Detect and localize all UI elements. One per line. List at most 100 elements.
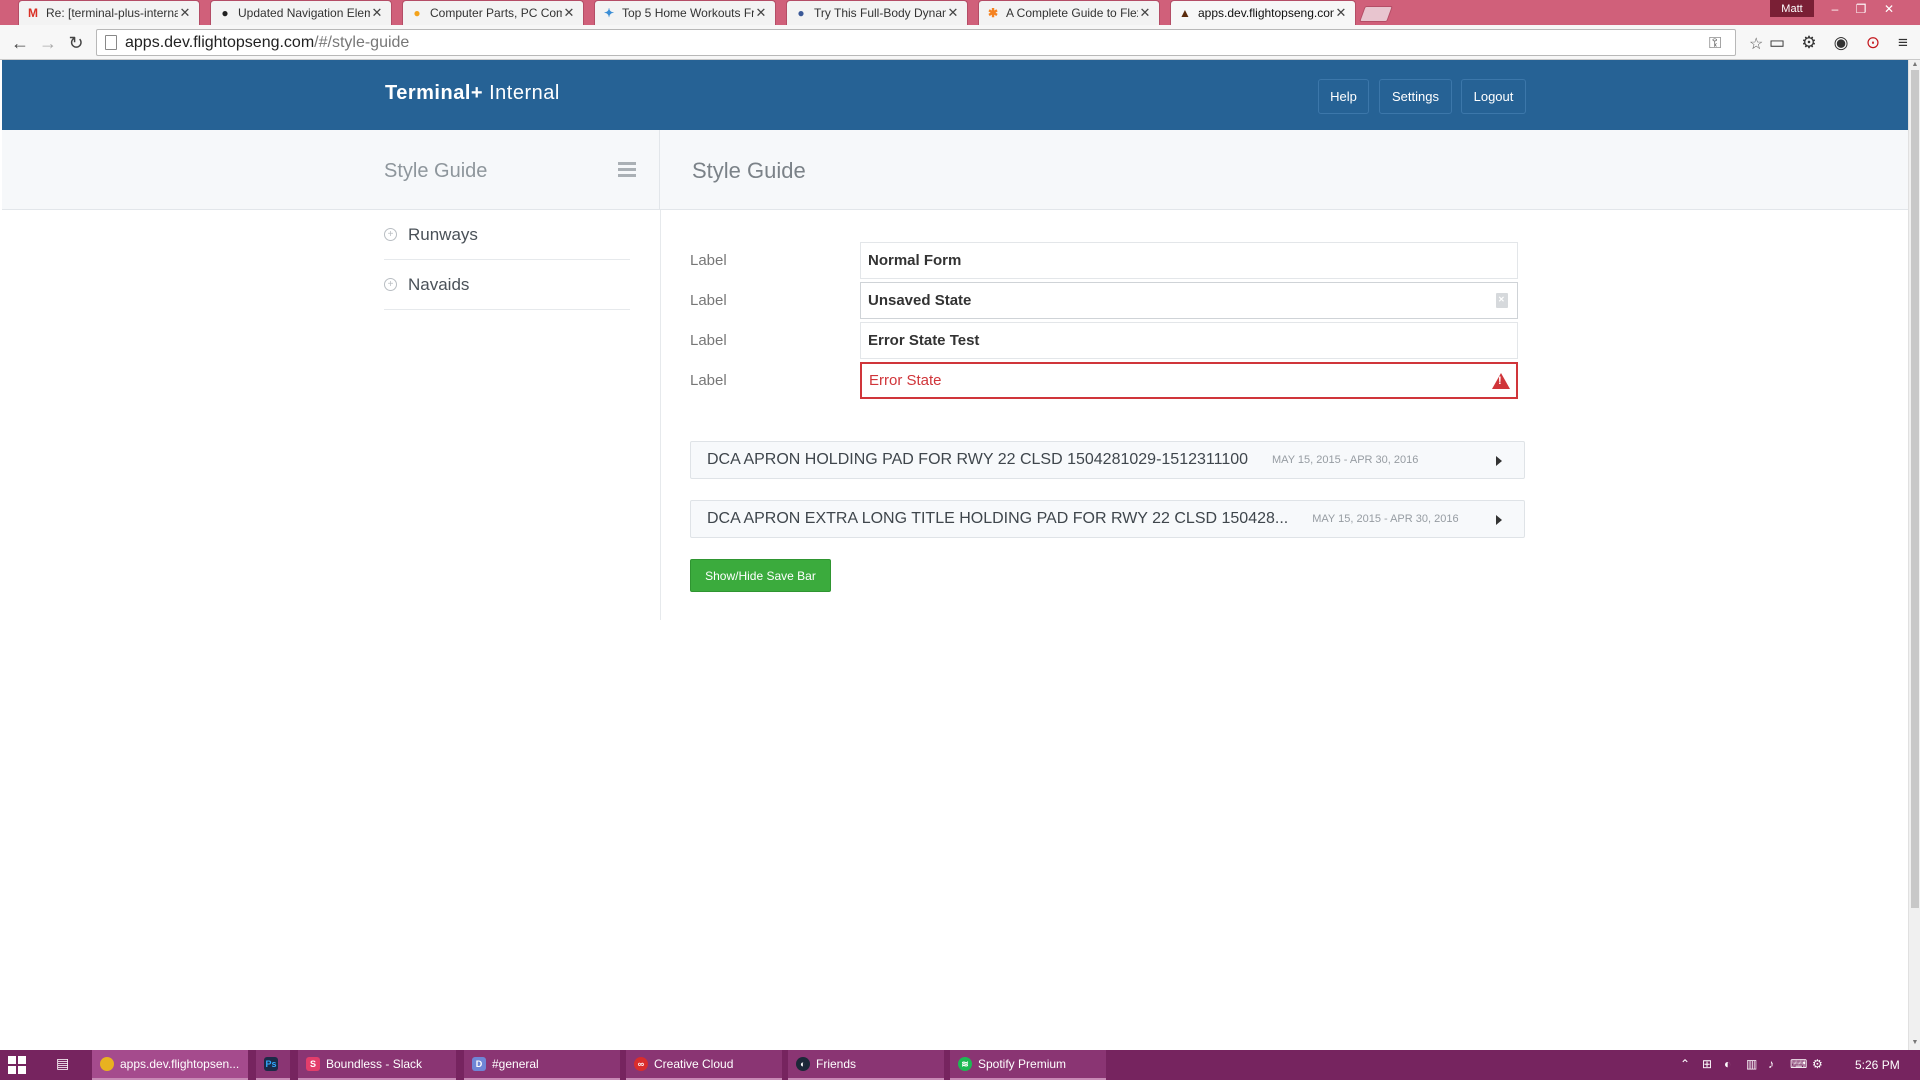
taskbar-label: Friends <box>816 1057 857 1071</box>
taskbar-item-discord[interactable]: D #general <box>464 1050 620 1080</box>
taskbar-label: Spotify Premium <box>978 1057 1067 1071</box>
field-value: Normal Form <box>868 252 962 269</box>
settings-button[interactable]: Settings <box>1379 79 1452 114</box>
taskbar-item-spotify[interactable]: ≋ Spotify Premium <box>950 1050 1106 1080</box>
windows-logo-icon[interactable]: ⊞ <box>1702 1057 1712 1071</box>
taskbar-label: Creative Cloud <box>654 1057 734 1071</box>
browser-tab-flex-guide[interactable]: ✱ A Complete Guide to Flex ✕ <box>978 0 1160 25</box>
browser-tab-newegg[interactable]: ● Computer Parts, PC Comp ✕ <box>402 0 584 25</box>
notice-dates: MAY 15, 2015 - APR 30, 2016 <box>1272 454 1419 466</box>
close-icon[interactable]: ✕ <box>1138 5 1152 21</box>
taskbar-item-photoshop[interactable]: Ps <box>256 1050 290 1080</box>
browser-tab-workouts[interactable]: ✦ Top 5 Home Workouts Fro ✕ <box>594 0 776 25</box>
taskbar-item-chrome[interactable]: apps.dev.flightopsen... <box>92 1050 248 1080</box>
profile-button[interactable]: Matt <box>1770 0 1814 17</box>
taskbar-item-steam-friends[interactable]: ◐ Friends <box>788 1050 944 1080</box>
tab-title: Try This Full-Body Dynami <box>814 6 946 20</box>
field-value: Error State <box>869 372 942 389</box>
creative-cloud-icon: ∞ <box>634 1057 648 1071</box>
cast-icon[interactable]: ▭ <box>1766 32 1788 54</box>
scroll-down-icon[interactable]: ▼ <box>1909 1038 1920 1048</box>
slack-icon: S <box>306 1057 320 1071</box>
sidebar-header: Style Guide <box>2 130 660 210</box>
error-state-input[interactable]: Error State <box>860 362 1518 399</box>
sidebar-title: Style Guide <box>384 160 488 182</box>
store-icon[interactable]: ▤ <box>56 1055 69 1072</box>
reload-icon[interactable]: ↻ <box>64 31 88 55</box>
notice-title: DCA APRON HOLDING PAD FOR RWY 22 CLSD 15… <box>707 451 1249 468</box>
tab-title: Computer Parts, PC Comp <box>430 6 562 20</box>
caret-right-icon[interactable] <box>1496 515 1502 525</box>
close-icon[interactable]: ✕ <box>1334 5 1348 21</box>
page-scrollbar[interactable]: ▲ ▼ <box>1908 60 1920 1050</box>
close-icon[interactable]: ✕ <box>562 5 576 21</box>
tab-title: A Complete Guide to Flex <box>1006 6 1138 20</box>
hamburger-menu-icon[interactable] <box>618 162 636 178</box>
page-icon <box>105 35 117 50</box>
address-bar[interactable]: apps.dev.flightopseng.com /#/style-guide… <box>96 29 1763 57</box>
sidebar-item-runways[interactable]: + Runways <box>384 210 630 260</box>
browser-tab-full-body[interactable]: ● Try This Full-Body Dynami ✕ <box>786 0 968 25</box>
scroll-thumb[interactable] <box>1911 70 1919 908</box>
window-close-icon[interactable]: ✕ <box>1876 0 1902 18</box>
tab-title: Updated Navigation Elem <box>238 6 370 20</box>
steam-tray-icon[interactable]: ◐ <box>1724 1057 1731 1071</box>
gear-icon[interactable]: ⚙ <box>1798 32 1820 54</box>
close-icon[interactable]: ✕ <box>754 5 768 21</box>
show-hide-save-bar-button[interactable]: Show/Hide Save Bar <box>690 559 831 592</box>
back-icon[interactable]: ← <box>8 31 32 55</box>
caret-right-icon[interactable] <box>1496 456 1502 466</box>
asterisk-icon: ✱ <box>987 6 999 20</box>
windows-taskbar: ▤ apps.dev.flightopsen... Ps S Boundless… <box>0 1050 1920 1080</box>
extension-icon[interactable]: ◉ <box>1830 32 1852 54</box>
gmail-icon: M <box>28 6 38 20</box>
error-state-test-input[interactable]: Error State Test <box>860 322 1518 359</box>
scroll-up-icon[interactable]: ▲ <box>1909 60 1920 70</box>
taskbar-item-slack[interactable]: S Boundless - Slack <box>298 1050 456 1080</box>
github-icon: ● <box>221 6 229 20</box>
help-button[interactable]: Help <box>1318 79 1369 114</box>
keyboard-icon[interactable]: ⌨ <box>1790 1057 1807 1071</box>
notice-row[interactable]: DCA APRON HOLDING PAD FOR RWY 22 CLSD 15… <box>690 441 1525 479</box>
normal-form-input[interactable]: Normal Form <box>860 242 1518 279</box>
restore-icon[interactable]: ❐ <box>1848 0 1874 18</box>
close-icon[interactable]: ✕ <box>178 5 192 21</box>
sidebar-item-navaids[interactable]: + Navaids <box>384 260 630 310</box>
minimize-icon[interactable]: – <box>1822 0 1848 18</box>
volume-icon[interactable]: ♪ <box>1768 1057 1774 1071</box>
unsaved-document-icon <box>1496 293 1508 308</box>
browser-tab-gmail[interactable]: M Re: [terminal-plus-internal ✕ <box>18 0 200 25</box>
app-header: Terminal+ Internal Help Settings Logout <box>2 60 1908 130</box>
chrome-icon <box>100 1057 114 1071</box>
close-icon[interactable]: ✕ <box>370 5 384 21</box>
form-label: Label <box>690 372 727 389</box>
menu-icon[interactable]: ≡ <box>1892 32 1914 54</box>
photoshop-icon: Ps <box>264 1057 278 1071</box>
close-icon[interactable]: ✕ <box>946 5 960 21</box>
network-icon[interactable]: ▥ <box>1746 1057 1757 1071</box>
notice-dates: MAY 15, 2015 - APR 30, 2016 <box>1312 513 1459 525</box>
newegg-icon: ● <box>413 6 421 20</box>
adblock-icon[interactable]: ⊙ <box>1862 32 1884 54</box>
bookmark-star-icon[interactable]: ☆ <box>1749 30 1763 57</box>
browser-tab-active[interactable]: ▲ apps.dev.flightopseng.con ✕ <box>1170 0 1356 25</box>
taskbar-clock[interactable]: 5:26 PM <box>1855 1058 1900 1072</box>
brand-name: Terminal+ <box>385 82 484 104</box>
windows-start-icon[interactable] <box>8 1056 26 1074</box>
tab-title: Re: [terminal-plus-internal <box>46 6 178 20</box>
key-icon[interactable]: ⚿ <box>1709 30 1721 57</box>
unsaved-state-input[interactable]: Unsaved State <box>860 282 1518 319</box>
new-tab-button[interactable] <box>1359 6 1393 22</box>
notice-title: DCA APRON EXTRA LONG TITLE HOLDING PAD F… <box>707 510 1289 527</box>
taskbar-item-creative-cloud[interactable]: ∞ Creative Cloud <box>626 1050 782 1080</box>
action-center-icon[interactable]: ⚙ <box>1812 1057 1823 1071</box>
brand-logo[interactable]: Terminal+ Internal <box>385 82 560 105</box>
forward-icon[interactable]: → <box>36 31 60 55</box>
logout-button[interactable]: Logout <box>1461 79 1526 114</box>
browser-tab-github[interactable]: ● Updated Navigation Elem ✕ <box>210 0 392 25</box>
page-title: Style Guide <box>692 158 806 183</box>
field-value: Error State Test <box>868 332 980 349</box>
taskbar-label: apps.dev.flightopsen... <box>120 1057 240 1071</box>
tray-chevron-up-icon[interactable]: ⌃ <box>1680 1057 1690 1071</box>
notice-row[interactable]: DCA APRON EXTRA LONG TITLE HOLDING PAD F… <box>690 500 1525 538</box>
